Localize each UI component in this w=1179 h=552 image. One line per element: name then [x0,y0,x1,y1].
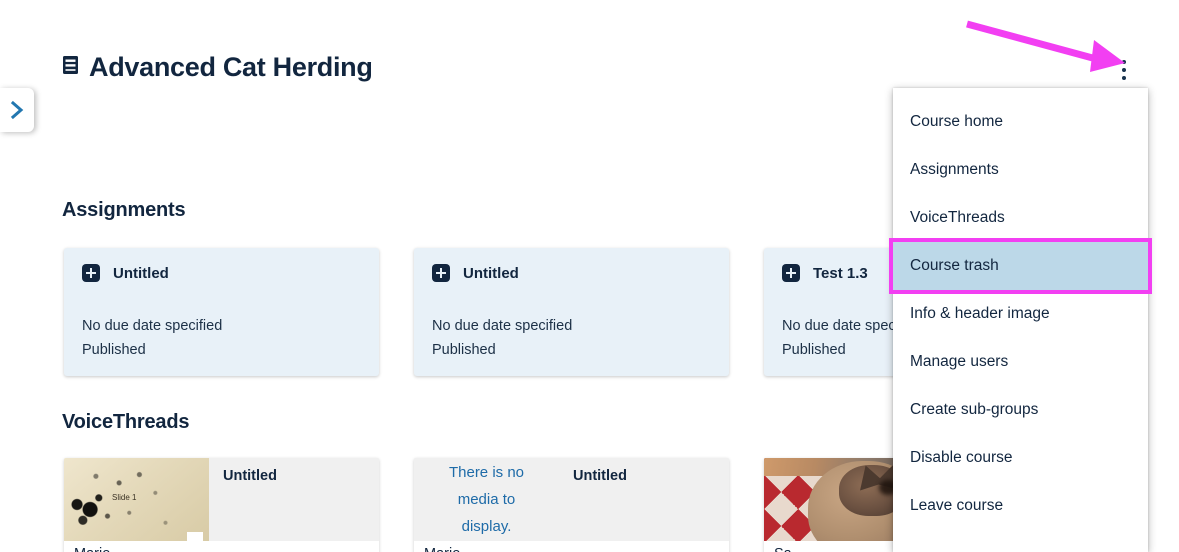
assignment-meta: No due date specified Published [82,314,361,362]
menu-item-label: Manage users [910,353,1009,370]
no-media-placeholder: There is no media to display. [414,458,559,541]
slide-label: Slide 1 [112,492,137,502]
kebab-dot [1122,76,1126,80]
menu-item-label: Info & header image [910,305,1050,322]
menu-item-label: Leave course [910,497,1004,514]
menu-item-course-home[interactable]: Course home [893,98,1148,146]
assignment-card[interactable]: Untitled No due date specified Published [64,248,379,376]
voicethread-thumbnail: Slide 1 [64,458,209,541]
assignment-card-header: Untitled [82,264,361,282]
voicethread-card-top: Slide 1 Untitled [64,458,379,541]
assignment-card[interactable]: Untitled No due date specified Published [414,248,729,376]
voicethread-title: Untitled [223,468,277,484]
assignment-title: Untitled [463,264,519,282]
kebab-dot [1122,68,1126,72]
menu-item-course-trash[interactable]: Course trash [893,242,1148,290]
voicethread-card[interactable]: There is no media to display. Untitled M… [414,458,729,552]
assignments-section-heading: Assignments [62,199,186,221]
paper-ink-splatter-image: Slide 1 [64,458,209,541]
assignment-title: Test 1.3 [813,264,868,282]
add-assignment-icon [432,264,450,282]
menu-item-create-sub-groups[interactable]: Create sub-groups [893,386,1148,434]
voicethread-author: Mario [74,546,110,552]
menu-item-label: Assignments [910,161,999,178]
page-root: Advanced Cat Herding Assignments Untitle… [0,0,1179,552]
assignment-due-date: No due date specified [432,318,573,334]
cat-photo-image [764,458,909,541]
voicethread-thumbnail: There is no media to display. [414,458,559,541]
voicethread-footer: Mario [64,541,379,552]
menu-item-label: VoiceThreads [910,209,1005,226]
course-options-dropdown: Course home Assignments VoiceThreads Cou… [893,88,1148,552]
voicethread-info: Untitled [209,458,379,541]
voicethread-author: Mario [424,546,460,552]
menu-item-info-header-image[interactable]: Info & header image [893,290,1148,338]
voicethread-author: Sa [774,546,792,552]
assignment-status: Published [432,342,496,358]
voicethread-thumbnail [764,458,909,541]
book-icon [62,55,79,80]
assignment-status: Published [82,342,146,358]
menu-item-label: Course trash [910,257,999,274]
chevron-right-icon [9,100,25,120]
voicethreads-section-heading: VoiceThreads [62,411,190,433]
menu-item-label: Create sub-groups [910,401,1039,418]
menu-item-label: Disable course [910,449,1013,466]
voicethread-title: Untitled [573,468,627,484]
add-assignment-icon [82,264,100,282]
voicethread-info: Untitled [559,458,729,541]
sidebar-expand-toggle[interactable] [0,88,34,132]
page-title: Advanced Cat Herding [89,52,373,82]
menu-item-label: Course home [910,113,1004,130]
voicethread-card[interactable]: Slide 1 Untitled Mario [64,458,379,552]
assignment-title: Untitled [113,264,169,282]
voicethread-card-top: There is no media to display. Untitled [414,458,729,541]
kebab-menu-icon[interactable] [1111,55,1137,85]
kebab-dot [1122,60,1126,64]
menu-item-disable-course[interactable]: Disable course [893,434,1148,482]
assignment-due-date: No due date specified [82,318,223,334]
assignment-meta: No due date specified Published [432,314,711,362]
menu-item-assignments[interactable]: Assignments [893,146,1148,194]
menu-item-leave-course[interactable]: Leave course [893,482,1148,530]
add-assignment-icon [782,264,800,282]
menu-item-voicethreads[interactable]: VoiceThreads [893,194,1148,242]
assignment-card-header: Untitled [432,264,711,282]
menu-item-manage-users[interactable]: Manage users [893,338,1148,386]
voicethread-footer: Mario [414,541,729,552]
thumbnail-corner-mask [187,532,203,541]
no-media-message: There is no media to display. [448,464,525,535]
page-header: Advanced Cat Herding [62,52,373,83]
